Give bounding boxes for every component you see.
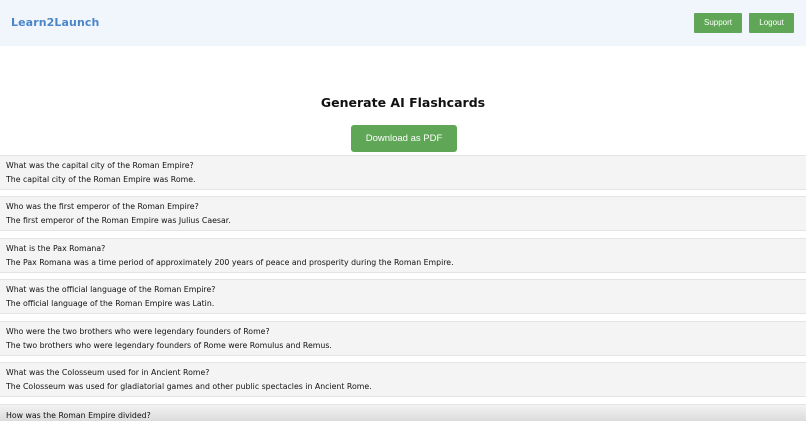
flashcard: What is the Pax Romana? The Pax Romana w… xyxy=(0,238,806,273)
support-button[interactable]: Support xyxy=(694,13,742,33)
flashcard-question: What was the capital city of the Roman E… xyxy=(6,161,194,170)
flashcard-answer: The Pax Romana was a time period of appr… xyxy=(6,258,454,267)
flashcard-answer: The capital city of the Roman Empire was… xyxy=(6,175,196,184)
flashcard: How was the Roman Empire divided? xyxy=(0,404,806,421)
flashcard-question: How was the Roman Empire divided? xyxy=(6,411,151,420)
flashcard: What was the capital city of the Roman E… xyxy=(0,155,806,190)
flashcard-question: What was the official language of the Ro… xyxy=(6,285,216,294)
flashcard-answer: The first emperor of the Roman Empire wa… xyxy=(6,216,231,225)
logout-button[interactable]: Logout xyxy=(749,13,794,33)
brand-logo[interactable]: Learn2Launch xyxy=(11,16,99,29)
flashcard: Who was the first emperor of the Roman E… xyxy=(0,196,806,231)
flashcard-answer: The Colosseum was used for gladiatorial … xyxy=(6,382,372,391)
flashcard-question: Who were the two brothers who were legen… xyxy=(6,327,270,336)
flashcard-question: Who was the first emperor of the Roman E… xyxy=(6,202,199,211)
flashcard: Who were the two brothers who were legen… xyxy=(0,321,806,356)
flashcard-answer: The two brothers who were legendary foun… xyxy=(6,341,332,350)
flashcard: What was the Colosseum used for in Ancie… xyxy=(0,362,806,397)
flashcard-answer: The official language of the Roman Empir… xyxy=(6,299,215,308)
navbar: Learn2Launch Support Logout xyxy=(0,0,806,46)
flashcard: What was the official language of the Ro… xyxy=(0,279,806,314)
flashcard-question: What was the Colosseum used for in Ancie… xyxy=(6,368,210,377)
page-title: Generate AI Flashcards xyxy=(320,95,486,110)
download-pdf-button[interactable]: Download as PDF xyxy=(351,125,457,152)
flashcard-question: What is the Pax Romana? xyxy=(6,244,106,253)
